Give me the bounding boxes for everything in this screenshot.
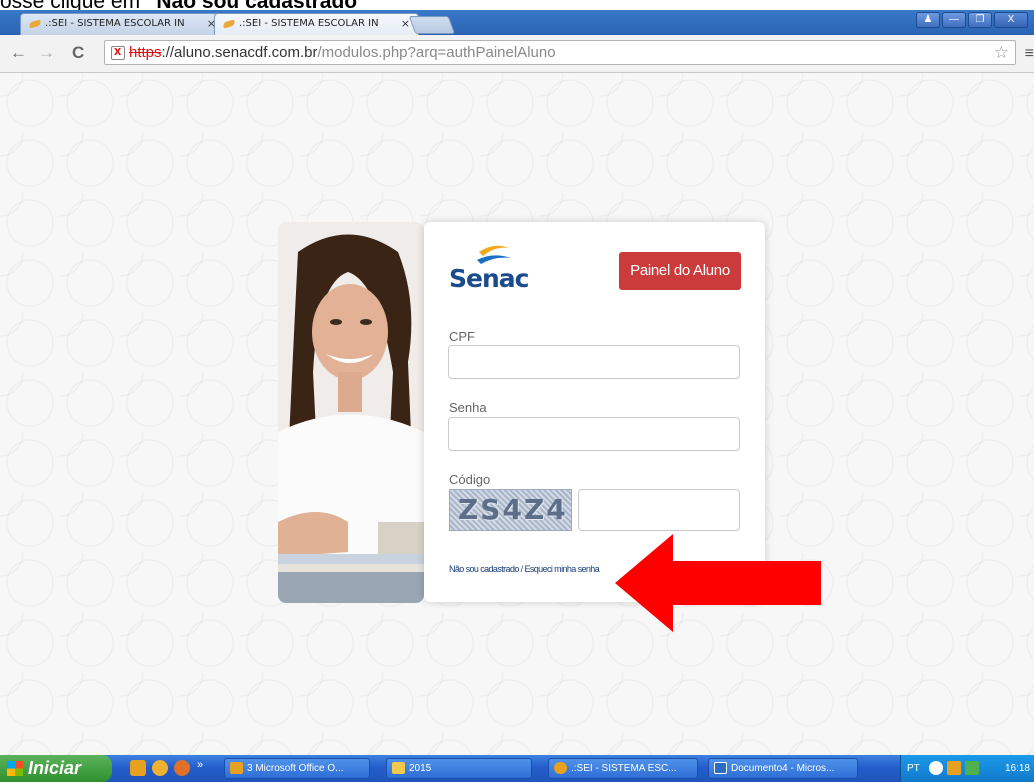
student-photo [278,222,424,603]
address-bar[interactable]: https://aluno.senacdf.com.br/modulos.php… [104,40,1016,65]
start-button[interactable]: Iniciar [0,755,112,782]
senac-logo: Senac [449,238,539,293]
taskbar-word-documento4[interactable]: Documento4 - Micros... [708,758,858,779]
maximize-button[interactable]: ❐ [968,12,992,28]
cpf-input[interactable] [448,345,740,379]
quick-launch-more-icon[interactable]: » [197,759,203,771]
word-icon [714,762,727,774]
chrome-icon[interactable] [152,760,168,776]
network-icon[interactable] [965,761,979,775]
student-photo-illustration [278,222,424,603]
senha-input[interactable] [448,417,740,451]
register-forgot-password-link[interactable]: Não sou cadastrado / Esqueci minha senha [449,564,600,574]
minimize-button[interactable]: — [942,12,966,28]
browser-tab-strip: .:SEI - SISTEMA ESCOLAR IN × .:SEI - SIS… [0,10,1034,35]
start-label: Iniciar [28,758,82,778]
browser-toolbar: ← → C https://aluno.senacdf.com.br/modul… [0,35,1034,73]
tab-sei-1[interactable]: .:SEI - SISTEMA ESCOLAR IN × [20,13,225,35]
office-tray-icon[interactable] [947,761,961,775]
codigo-label: Código [449,472,491,487]
user-icon[interactable]: ♟ [916,12,940,28]
captcha-text: ZS4Z4 [458,493,568,526]
taskbar-office-group[interactable]: 3 Microsoft Office O... [224,758,370,779]
painel-do-aluno-button[interactable]: Painel do Aluno [619,252,741,290]
forward-arrow-icon[interactable]: → [38,44,55,62]
window-controls: ♟ — ❐ X [916,12,1028,28]
new-tab-button[interactable] [408,16,456,34]
senha-label: Senha [449,400,487,415]
menu-icon[interactable]: ≡ [1025,45,1034,63]
cpf-label: CPF [449,329,475,344]
captcha-image: ZS4Z4 [449,489,572,531]
office-icon [230,762,243,774]
codigo-input[interactable] [578,489,740,531]
windows-taskbar: Iniciar » 3 Microsoft Office O... 2015 .… [0,755,1034,782]
senac-favicon-icon [222,19,236,29]
close-window-button[interactable]: X [994,12,1028,28]
folder-icon [392,762,405,774]
taskbar-label: 2015 [409,763,432,774]
system-tray: PT 16:18 [900,755,1034,782]
firefox-icon[interactable] [174,760,190,776]
url-text: https://aluno.senacdf.com.br/modulos.php… [129,44,556,61]
tab-title: .:SEI - SISTEMA ESCOLAR IN [239,18,379,29]
office-icon[interactable] [130,760,146,776]
insecure-lock-icon [111,43,125,60]
senac-favicon-icon [28,19,42,29]
taskbar-label: 3 Microsoft Office O... [247,763,344,774]
red-arrow-annotation [615,534,821,632]
clock: 16:18 [1004,763,1030,774]
taskbar-folder-2015[interactable]: 2015 [386,758,532,779]
page-content: Senac Painel do Aluno CPF Senha Código Z… [0,73,1034,755]
language-indicator[interactable]: PT [907,763,920,774]
tab-sei-2[interactable]: .:SEI - SISTEMA ESCOLAR IN × [214,13,419,35]
back-arrow-icon[interactable]: ← [10,44,27,62]
taskbar-label: Documento4 - Micros... [731,763,835,774]
back-icon[interactable] [929,761,943,775]
tab-title: .:SEI - SISTEMA ESCOLAR IN [45,18,185,29]
taskbar-chrome-sei[interactable]: .:SEI - SISTEMA ESC... [548,758,698,779]
windows-logo-icon [7,761,23,776]
bookmark-star-icon[interactable]: ☆ [994,43,1009,63]
reload-icon[interactable]: C [72,44,84,62]
taskbar-label: .:SEI - SISTEMA ESC... [571,763,677,774]
logo-text: Senac [449,264,529,293]
chrome-icon [554,762,567,774]
